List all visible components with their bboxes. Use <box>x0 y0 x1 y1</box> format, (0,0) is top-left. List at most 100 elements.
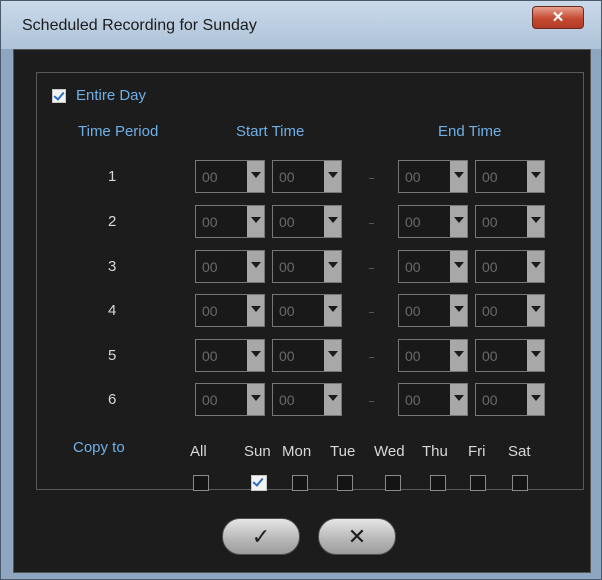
select-value: 00 <box>405 169 421 185</box>
period-number: 4 <box>108 302 117 319</box>
end-minute-select[interactable]: 00 <box>475 383 545 416</box>
end-minute-select[interactable]: 00 <box>475 294 545 327</box>
chevron-down-icon[interactable] <box>247 384 264 415</box>
chevron-down-icon[interactable] <box>527 206 544 237</box>
checkmark-icon: ✓ <box>251 524 271 549</box>
chevron-down-icon[interactable] <box>450 295 467 326</box>
day-label-all: All <box>190 443 207 460</box>
day-label-sun: Sun <box>244 443 271 460</box>
day-label-thu: Thu <box>422 443 448 460</box>
chevron-down-icon[interactable] <box>450 206 467 237</box>
chevron-down-icon[interactable] <box>450 340 467 371</box>
day-label-tue: Tue <box>330 443 356 460</box>
day-label-fri: Fri <box>468 443 486 460</box>
select-value: 00 <box>405 214 421 230</box>
day-checkbox-all[interactable] <box>193 475 209 491</box>
entire-day-label: Entire Day <box>76 87 147 104</box>
start-minute-select[interactable]: 00 <box>272 294 342 327</box>
chevron-down-icon[interactable] <box>247 340 264 371</box>
select-value: 00 <box>482 348 498 364</box>
start-minute-select[interactable]: 00 <box>272 160 342 193</box>
day-label-sat: Sat <box>508 443 531 460</box>
chevron-down-icon[interactable] <box>324 251 341 282</box>
start-hour-select[interactable]: 00 <box>195 339 265 372</box>
title-bar[interactable]: Scheduled Recording for Sunday ✕ <box>1 1 601 49</box>
start-hour-select[interactable]: 00 <box>195 294 265 327</box>
x-icon: ✕ <box>347 524 367 549</box>
select-value: 00 <box>279 348 295 364</box>
window-title: Scheduled Recording for Sunday <box>22 17 257 34</box>
day-label-wed: Wed <box>374 443 405 460</box>
chevron-down-icon[interactable] <box>527 384 544 415</box>
select-value: 00 <box>279 169 295 185</box>
day-label-mon: Mon <box>282 443 312 460</box>
select-value: 00 <box>279 259 295 275</box>
period-number: 6 <box>108 391 117 408</box>
chevron-down-icon[interactable] <box>450 161 467 192</box>
end-hour-select[interactable]: 00 <box>398 339 468 372</box>
period-number: 5 <box>108 347 117 364</box>
day-checkbox-wed[interactable] <box>385 475 401 491</box>
select-value: 00 <box>405 259 421 275</box>
schedule-panel: Entire Day Time Period Start Time End Ti… <box>36 72 584 491</box>
chevron-down-icon[interactable] <box>247 251 264 282</box>
select-value: 00 <box>202 348 218 364</box>
chevron-down-icon[interactable] <box>450 251 467 282</box>
end-minute-select[interactable]: 00 <box>475 205 545 238</box>
end-hour-select[interactable]: 00 <box>398 294 468 327</box>
chevron-down-icon[interactable] <box>527 295 544 326</box>
chevron-down-icon[interactable] <box>527 340 544 371</box>
chevron-down-icon[interactable] <box>247 206 264 237</box>
start-hour-select[interactable]: 00 <box>195 383 265 416</box>
day-checkbox-sat[interactable] <box>512 475 528 491</box>
chevron-down-icon[interactable] <box>324 384 341 415</box>
ok-button[interactable]: ✓ <box>222 518 300 555</box>
select-value: 00 <box>202 169 218 185</box>
chevron-down-icon[interactable] <box>324 161 341 192</box>
chevron-down-icon[interactable] <box>324 206 341 237</box>
start-minute-select[interactable]: 00 <box>272 339 342 372</box>
select-value: 00 <box>405 392 421 408</box>
end-hour-select[interactable]: 00 <box>398 250 468 283</box>
chevron-down-icon[interactable] <box>527 251 544 282</box>
end-hour-select[interactable]: 00 <box>398 383 468 416</box>
chevron-down-icon[interactable] <box>527 161 544 192</box>
day-checkbox-mon[interactable] <box>292 475 308 491</box>
end-minute-select[interactable]: 00 <box>475 250 545 283</box>
select-value: 00 <box>482 259 498 275</box>
day-checkbox-tue[interactable] <box>337 475 353 491</box>
end-minute-select[interactable]: 00 <box>475 160 545 193</box>
dialog-window: Scheduled Recording for Sunday ✕ Entire … <box>0 0 602 580</box>
select-value: 00 <box>279 214 295 230</box>
chevron-down-icon[interactable] <box>324 340 341 371</box>
day-checkbox-sun[interactable] <box>251 475 267 491</box>
entire-day-checkbox[interactable] <box>52 89 66 103</box>
start-minute-select[interactable]: 00 <box>272 383 342 416</box>
select-value: 00 <box>482 303 498 319</box>
end-hour-select[interactable]: 00 <box>398 205 468 238</box>
cancel-button[interactable]: ✕ <box>318 518 396 555</box>
day-checkbox-fri[interactable] <box>470 475 486 491</box>
day-checkbox-thu[interactable] <box>430 475 446 491</box>
start-hour-select[interactable]: 00 <box>195 250 265 283</box>
select-value: 00 <box>482 169 498 185</box>
period-number: 2 <box>108 213 117 230</box>
start-hour-select[interactable]: 00 <box>195 160 265 193</box>
start-minute-select[interactable]: 00 <box>272 205 342 238</box>
chevron-down-icon[interactable] <box>247 295 264 326</box>
end-hour-select[interactable]: 00 <box>398 160 468 193</box>
chevron-down-icon[interactable] <box>450 384 467 415</box>
period-number: 3 <box>108 258 117 275</box>
dialog-body: Entire Day Time Period Start Time End Ti… <box>13 49 591 573</box>
chevron-down-icon[interactable] <box>247 161 264 192</box>
start-hour-select[interactable]: 00 <box>195 205 265 238</box>
period-number: 1 <box>108 168 117 185</box>
close-button[interactable]: ✕ <box>532 6 584 29</box>
select-value: 00 <box>405 348 421 364</box>
start-minute-select[interactable]: 00 <box>272 250 342 283</box>
end-minute-select[interactable]: 00 <box>475 339 545 372</box>
select-value: 00 <box>202 392 218 408</box>
select-value: 00 <box>482 392 498 408</box>
chevron-down-icon[interactable] <box>324 295 341 326</box>
close-icon: ✕ <box>551 9 565 26</box>
